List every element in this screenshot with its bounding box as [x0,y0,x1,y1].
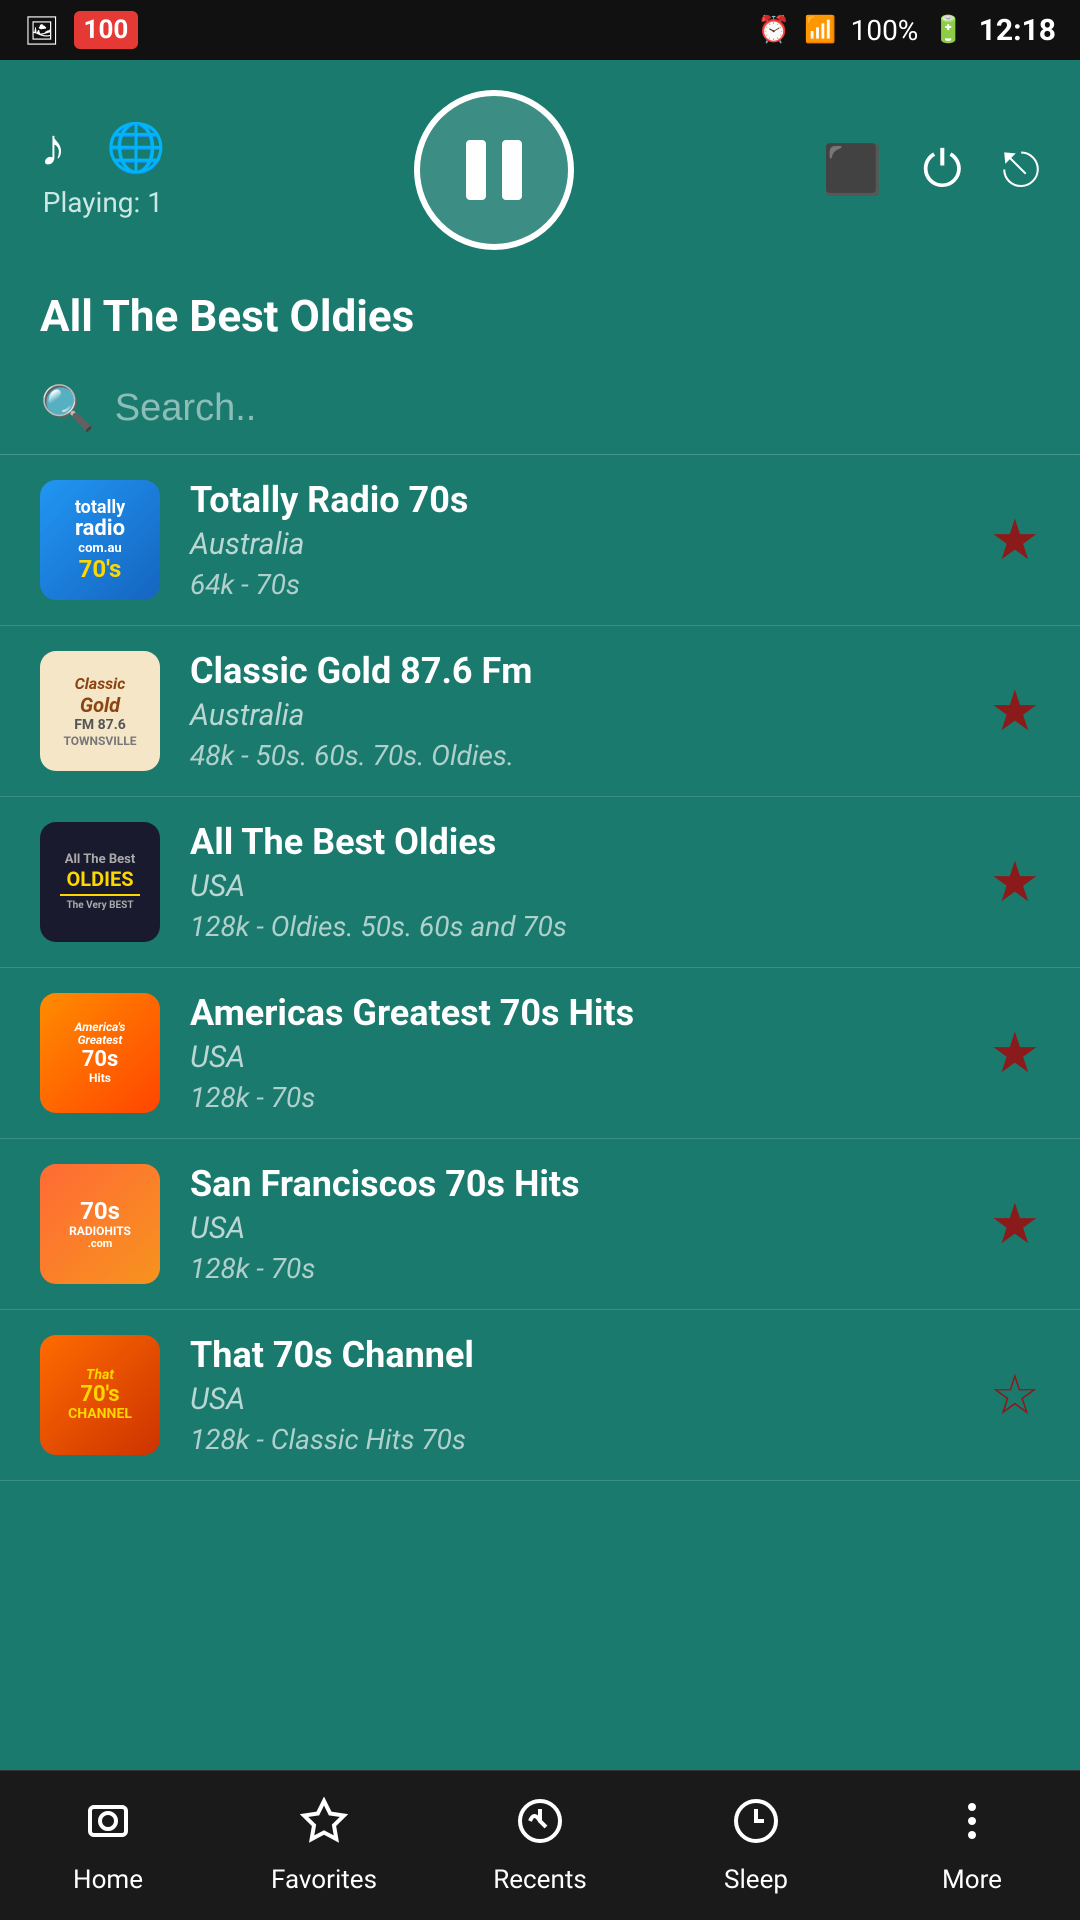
station-info: All The Best Oldies USA 128k - Oldies. 5… [190,821,960,943]
nav-favorites-label: Favorites [271,1865,377,1895]
player-controls-row: ♪ 🌐 Playing: 1 ⬛ ⏻ ⎋ [40,90,1040,250]
station-logo: All The Best OLDIES The Very BEST [40,822,160,942]
station-name: All The Best Oldies [190,821,960,863]
now-playing-text: All The Best Oldies [40,290,1040,342]
list-item[interactable]: Classic Gold FM 87.6 TOWNSVILLE Classic … [0,626,1080,797]
nav-more[interactable]: More [864,1797,1080,1895]
list-item[interactable]: America's Greatest 70s Hits Americas Gre… [0,968,1080,1139]
station-meta: 64k - 70s [190,568,960,601]
station-info: San Franciscos 70s Hits USA 128k - 70s [190,1163,960,1285]
power-button[interactable]: ⏻ [922,145,962,195]
status-left: 🖼 100 [24,11,138,49]
sleep-icon [732,1797,780,1857]
search-input[interactable] [115,387,1040,430]
time-label: 12:18 [979,13,1056,48]
list-item[interactable]: All The Best OLDIES The Very BEST All Th… [0,797,1080,968]
nav-favorites[interactable]: Favorites [216,1797,432,1895]
favorite-button[interactable]: ☆ [990,1362,1040,1428]
home-icon [84,1797,132,1857]
station-meta: 128k - 70s [190,1252,960,1285]
station-logo: totally radio com.au 70's [40,480,160,600]
pause-button[interactable] [414,90,574,250]
status-right: ⏰ 📶 100% 🔋 12:18 [758,13,1056,48]
nav-sleep[interactable]: Sleep [648,1797,864,1895]
recents-icon [516,1797,564,1857]
station-info: Classic Gold 87.6 Fm Australia 48k - 50s… [190,650,960,772]
nav-home[interactable]: Home [0,1797,216,1895]
favorite-button[interactable]: ★ [990,1191,1040,1257]
nav-sleep-label: Sleep [724,1865,788,1895]
left-icons: ♪ 🌐 Playing: 1 [40,122,166,219]
station-info: That 70s Channel USA 128k - Classic Hits… [190,1334,960,1456]
right-icons: ⬛ ⏻ ⎋ [823,145,1040,195]
search-bar[interactable]: 🔍 [0,362,1080,455]
station-country: USA [190,1382,960,1417]
station-country: Australia [190,698,960,733]
left-icons-row: ♪ 🌐 [40,122,166,174]
bottom-nav: Home Favorites Recents Sleep [0,1770,1080,1920]
more-icon [948,1797,996,1857]
station-meta: 48k - 50s. 60s. 70s. Oldies. [190,739,960,772]
pause-bar-right [502,140,522,200]
image-icon: 🖼 [24,14,60,47]
status-bar: 🖼 100 ⏰ 📶 100% 🔋 12:18 [0,0,1080,60]
music-icon[interactable]: ♪ [40,122,66,174]
nav-more-label: More [942,1865,1002,1895]
stop-button[interactable]: ⬛ [823,146,883,194]
search-icon: 🔍 [40,382,95,434]
station-meta: 128k - Classic Hits 70s [190,1423,960,1456]
page-content: ♪ 🌐 Playing: 1 ⬛ ⏻ ⎋ All The Best Oldies [0,60,1080,1770]
battery-icon: 🔋 [932,15,964,45]
pause-icon [466,140,522,200]
nav-recents-label: Recents [493,1865,587,1895]
station-name: Classic Gold 87.6 Fm [190,650,960,692]
station-country: Australia [190,527,960,562]
station-logo: 70s RADIOHITS .com [40,1164,160,1284]
favorite-button[interactable]: ★ [990,507,1040,573]
favorite-button[interactable]: ★ [990,678,1040,744]
station-meta: 128k - 70s [190,1081,960,1114]
battery-label: 100% [851,14,919,47]
station-meta: 128k - Oldies. 50s. 60s and 70s [190,910,960,943]
nav-icon-status: 100 [74,11,139,49]
playing-label: Playing: 1 [43,186,163,219]
station-info: Americas Greatest 70s Hits USA 128k - 70… [190,992,960,1114]
now-playing-title: All The Best Oldies [0,280,1080,362]
wifi-icon: 📶 [804,15,836,45]
share-button[interactable]: ⎋ [1002,146,1040,194]
station-name: Americas Greatest 70s Hits [190,992,960,1034]
favorites-icon [300,1797,348,1857]
station-country: USA [190,1040,960,1075]
station-name: Totally Radio 70s [190,479,960,521]
station-list: totally radio com.au 70's Totally Radio … [0,455,1080,1770]
player-header: ♪ 🌐 Playing: 1 ⬛ ⏻ ⎋ [0,60,1080,280]
station-logo: Classic Gold FM 87.6 TOWNSVILLE [40,651,160,771]
list-item[interactable]: 70s RADIOHITS .com San Franciscos 70s Hi… [0,1139,1080,1310]
list-item[interactable]: That 70's CHANNEL That 70s Channel USA 1… [0,1310,1080,1481]
station-logo: That 70's CHANNEL [40,1335,160,1455]
station-country: USA [190,1211,960,1246]
globe-icon[interactable]: 🌐 [106,124,166,172]
station-logo: America's Greatest 70s Hits [40,993,160,1113]
station-info: Totally Radio 70s Australia 64k - 70s [190,479,960,601]
station-name: San Franciscos 70s Hits [190,1163,960,1205]
station-country: USA [190,869,960,904]
favorite-button[interactable]: ★ [990,1020,1040,1086]
nav-recents[interactable]: Recents [432,1797,648,1895]
nav-home-label: Home [73,1865,143,1895]
alarm-icon: ⏰ [758,15,790,45]
pause-bar-left [466,140,486,200]
station-name: That 70s Channel [190,1334,960,1376]
list-item[interactable]: totally radio com.au 70's Totally Radio … [0,455,1080,626]
favorite-button[interactable]: ★ [990,849,1040,915]
